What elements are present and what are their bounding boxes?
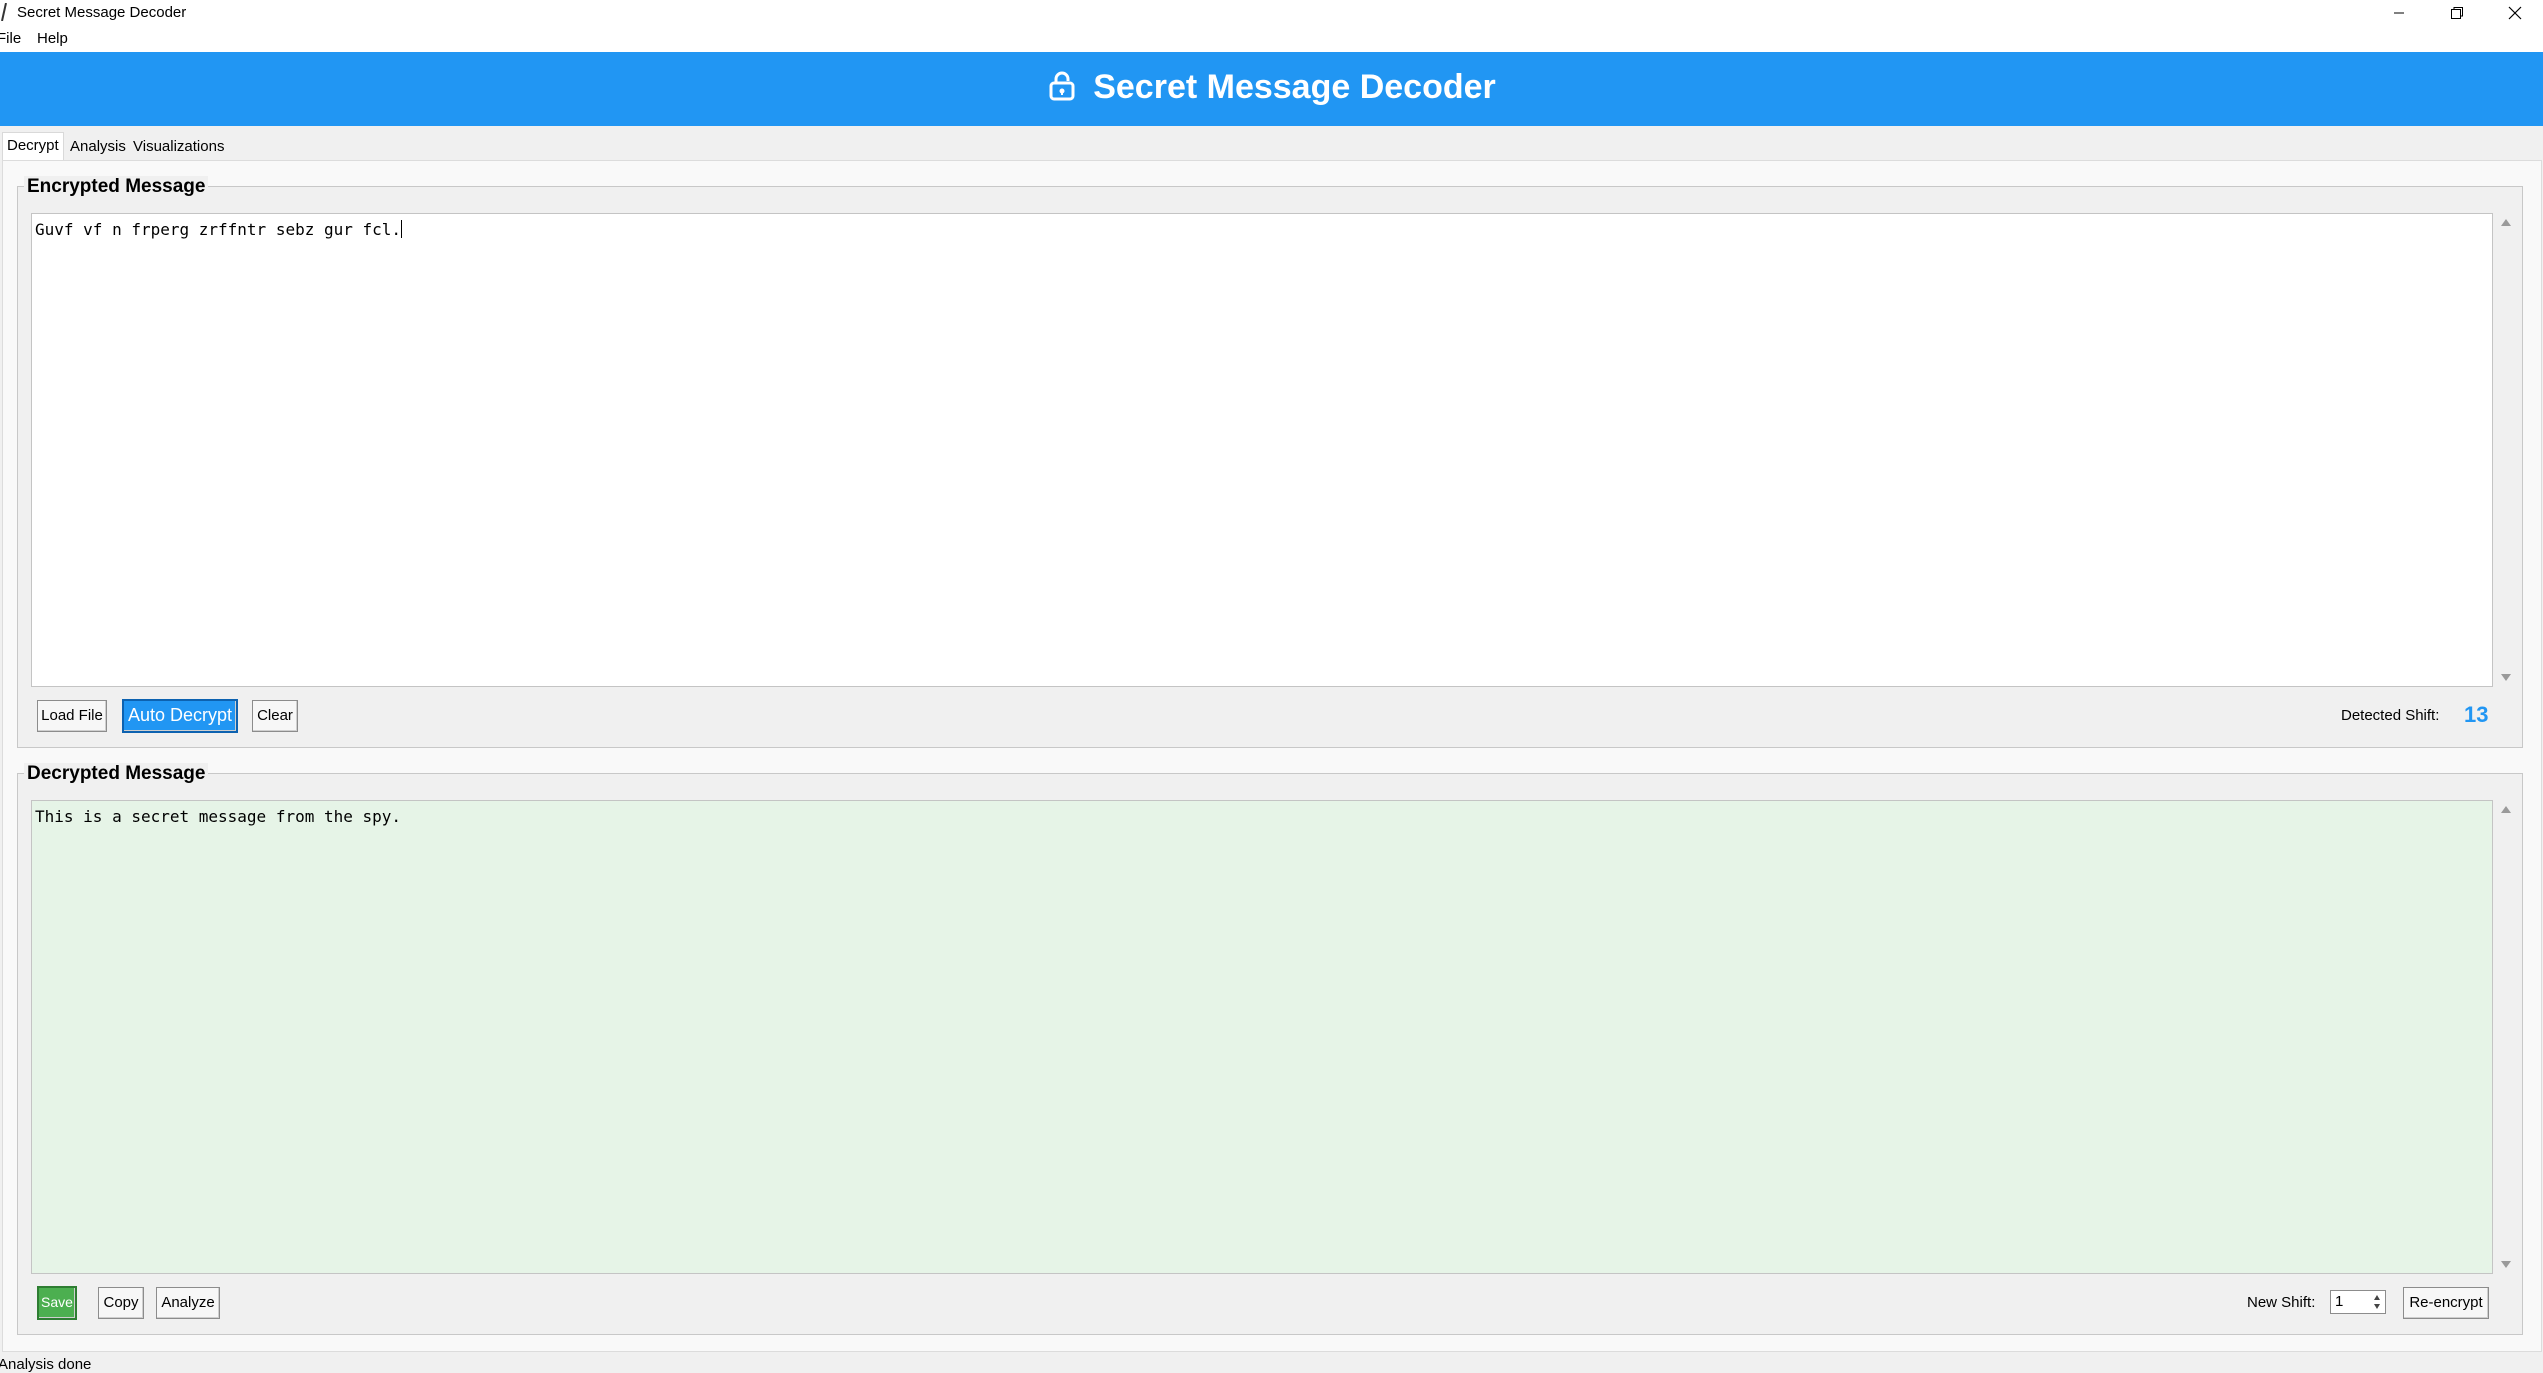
header-title: Secret Message Decoder	[1093, 68, 1496, 106]
tab-visualizations[interactable]: Visualizations	[129, 134, 228, 160]
scroll-down-icon[interactable]	[2501, 1261, 2511, 1268]
detected-shift-value: 13	[2464, 702, 2489, 727]
encrypted-label: Encrypted Message	[24, 176, 209, 198]
decrypted-label: Decrypted Message	[24, 763, 209, 785]
detected-shift-label: Detected Shift:	[2341, 707, 2440, 724]
app-icon	[1, 3, 7, 21]
auto-decrypt-button[interactable]: Auto Decrypt	[122, 699, 238, 733]
clear-button[interactable]: Clear	[252, 700, 298, 732]
spin-down-icon[interactable]	[2374, 1304, 2380, 1309]
scroll-up-icon[interactable]	[2501, 806, 2511, 813]
tab-decrypt[interactable]: Decrypt	[2, 132, 64, 160]
encrypted-scrollbar[interactable]	[2496, 213, 2516, 687]
close-button[interactable]	[2486, 0, 2543, 26]
app-header: Secret Message Decoder	[0, 52, 2543, 126]
minimize-button[interactable]	[2370, 0, 2428, 26]
scroll-up-icon[interactable]	[2501, 219, 2511, 226]
decrypted-textarea[interactable]: This is a secret message from the spy.	[31, 800, 2493, 1274]
menu-bar: File Help	[0, 26, 2543, 52]
decrypted-group: Decrypted Message This is a secret messa…	[17, 763, 2523, 1335]
decrypted-text: This is a secret message from the spy.	[35, 807, 402, 826]
title-bar: Secret Message Decoder	[0, 0, 2543, 26]
encrypted-textarea[interactable]: Guvf vf n frperg zrffntr sebz gur fcl.	[31, 213, 2493, 687]
restore-icon	[2451, 7, 2463, 19]
lock-icon	[1049, 71, 1075, 101]
status-bar: Analysis done	[0, 1352, 2543, 1373]
spin-arrows[interactable]	[2372, 1292, 2384, 1312]
re-encrypt-button[interactable]: Re-encrypt	[2403, 1287, 2489, 1319]
status-text: Analysis done	[0, 1356, 92, 1373]
text-caret	[401, 220, 403, 238]
new-shift-value: 1	[2335, 1293, 2344, 1310]
encrypted-group: Encrypted Message Guvf vf n frperg zrffn…	[17, 176, 2523, 748]
new-shift-label: New Shift:	[2247, 1294, 2316, 1311]
load-file-button[interactable]: Load File	[37, 700, 107, 732]
header-title-row: Secret Message Decoder	[0, 68, 2543, 107]
menu-help[interactable]: Help	[37, 30, 68, 47]
save-button[interactable]: Save	[37, 1286, 77, 1320]
restore-button[interactable]	[2428, 0, 2486, 26]
spin-up-icon[interactable]	[2374, 1295, 2380, 1300]
window-title: Secret Message Decoder	[17, 4, 187, 21]
menu-file[interactable]: File	[0, 30, 21, 47]
tab-analysis[interactable]: Analysis	[66, 134, 130, 160]
close-icon	[2508, 6, 2522, 20]
scroll-down-icon[interactable]	[2501, 674, 2511, 681]
decrypt-panel: Encrypted Message Guvf vf n frperg zrffn…	[2, 160, 2542, 1352]
new-shift-spinbox[interactable]: 1	[2330, 1290, 2386, 1314]
encrypted-text: Guvf vf n frperg zrffntr sebz gur fcl.	[35, 220, 402, 239]
decrypted-scrollbar[interactable]	[2496, 800, 2516, 1274]
copy-button[interactable]: Copy	[98, 1287, 144, 1319]
analyze-button[interactable]: Analyze	[156, 1287, 220, 1319]
minimize-icon	[2394, 12, 2404, 14]
tab-bar: Decrypt Analysis Visualizations	[0, 132, 2543, 160]
